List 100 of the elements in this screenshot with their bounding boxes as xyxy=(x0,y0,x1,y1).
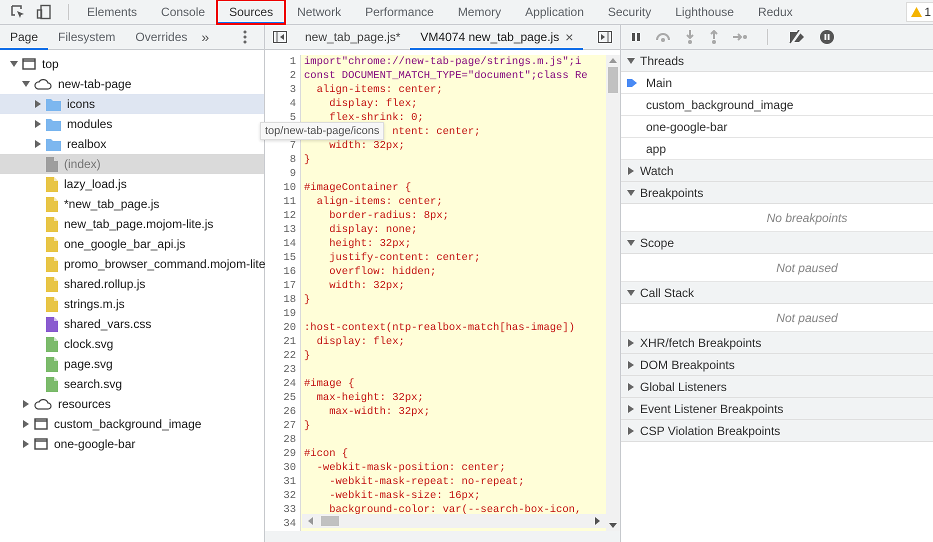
panel-tab[interactable]: Redux xyxy=(746,0,805,24)
navigator-tab[interactable]: Page xyxy=(0,24,48,50)
section-title: Breakpoints xyxy=(640,186,704,200)
pause-on-exceptions-icon[interactable] xyxy=(820,30,834,44)
expand-arrow-icon[interactable] xyxy=(22,420,30,428)
expand-arrow-icon[interactable] xyxy=(10,60,18,68)
tree-item[interactable]: resources xyxy=(0,394,264,414)
panel-tab[interactable]: Network xyxy=(285,0,354,24)
panel-tab[interactable]: Application xyxy=(513,0,596,24)
panel-tab[interactable]: Elements xyxy=(75,0,150,24)
panel-tab[interactable]: Memory xyxy=(446,0,514,24)
tree-item-label: one-google-bar xyxy=(54,437,136,451)
code-line: -webkit-mask-repeat: no-repeat; xyxy=(328,476,525,488)
expand-arrow-icon[interactable] xyxy=(22,400,30,408)
toggle-debugger-icon[interactable] xyxy=(598,31,612,43)
tree-item-label: realbox xyxy=(67,137,106,151)
section-header[interactable]: XHR/fetch Breakpoints xyxy=(621,332,933,354)
more-tabs-button[interactable]: » xyxy=(197,29,214,45)
panel-tab[interactable]: Performance xyxy=(353,0,446,24)
tree-item[interactable]: page.svg xyxy=(0,354,264,374)
vertical-scrollbar[interactable] xyxy=(606,55,620,531)
tree-item[interactable]: one_google_bar_api.js xyxy=(0,234,264,254)
code-line: display: flex; xyxy=(328,98,418,110)
thread-item[interactable]: one-google-bar xyxy=(621,116,933,138)
section-header[interactable]: Threads xyxy=(621,50,933,72)
section-header[interactable]: CSP Violation Breakpoints xyxy=(621,420,933,442)
thread-item[interactable]: custom_background_image xyxy=(621,94,933,116)
section-title: Call Stack xyxy=(640,286,694,300)
expand-arrow-icon[interactable] xyxy=(627,238,635,246)
expand-arrow-icon[interactable] xyxy=(22,440,30,448)
expand-arrow-icon[interactable] xyxy=(627,56,635,64)
expand-arrow-icon[interactable] xyxy=(627,166,635,174)
line-number: 20 xyxy=(283,322,296,334)
line-number: 29 xyxy=(283,448,296,460)
tree-item[interactable]: lazy_load.js xyxy=(0,174,264,194)
expand-arrow-icon[interactable] xyxy=(627,338,635,346)
tree-item[interactable]: new-tab-page xyxy=(0,74,264,94)
tree-item[interactable]: strings.m.js xyxy=(0,294,264,314)
scroll-right-arrow-icon[interactable] xyxy=(595,517,600,525)
pause-icon[interactable] xyxy=(631,32,641,42)
expand-arrow-icon[interactable] xyxy=(22,80,30,88)
tree-item[interactable]: top xyxy=(0,54,264,74)
panel-tab[interactable]: Security xyxy=(596,0,664,24)
expand-arrow-icon[interactable] xyxy=(627,426,635,434)
warning-badge[interactable]: 1 xyxy=(906,2,933,22)
scrollbar-thumb[interactable] xyxy=(608,67,618,93)
tree-item[interactable]: *new_tab_page.js xyxy=(0,194,264,214)
tree-item[interactable]: shared.rollup.js xyxy=(0,274,264,294)
expand-arrow-icon[interactable] xyxy=(627,188,635,196)
more-options-icon[interactable] xyxy=(243,30,248,44)
section-header[interactable]: Call Stack xyxy=(621,282,933,304)
tree-item-label: one_google_bar_api.js xyxy=(64,237,186,251)
navigator-tab[interactable]: Overrides xyxy=(125,24,198,50)
line-number: 23 xyxy=(283,364,296,376)
section-header[interactable]: Event Listener Breakpoints xyxy=(621,398,933,420)
expand-arrow-icon[interactable] xyxy=(34,120,42,128)
code-line: max-width: 32px; xyxy=(328,406,430,418)
panel-tab[interactable]: Console xyxy=(149,0,218,24)
line-number: 25 xyxy=(283,392,296,404)
file-tab[interactable]: new_tab_page.js* xyxy=(295,24,410,50)
tree-item[interactable]: promo_browser_command.mojom-lite xyxy=(0,254,264,274)
scroll-down-arrow-icon[interactable] xyxy=(609,523,617,528)
expand-arrow-icon[interactable] xyxy=(627,360,635,368)
line-number: 24 xyxy=(283,378,296,390)
tree-item[interactable]: clock.svg xyxy=(0,334,264,354)
tree-item[interactable]: icons xyxy=(0,94,264,114)
section-header[interactable]: DOM Breakpoints xyxy=(621,354,933,376)
expand-arrow-icon[interactable] xyxy=(627,288,635,296)
tree-item[interactable]: custom_background_image xyxy=(0,414,264,434)
tree-item[interactable]: search.svg xyxy=(0,374,264,394)
tree-item[interactable]: new_tab_page.mojom-lite.js xyxy=(0,214,264,234)
scrollbar-thumb[interactable] xyxy=(321,516,339,526)
code-line: display: flex; xyxy=(316,336,405,348)
close-button[interactable]: × xyxy=(565,29,574,45)
expand-arrow-icon[interactable] xyxy=(34,140,42,148)
section-header[interactable]: Watch xyxy=(621,160,933,182)
section-header[interactable]: Breakpoints xyxy=(621,182,933,204)
empty-message: No breakpoints xyxy=(766,210,848,224)
tree-item-label: promo_browser_command.mojom-lite xyxy=(64,257,266,271)
expand-arrow-icon[interactable] xyxy=(627,382,635,390)
navigator-tab[interactable]: Filesystem xyxy=(48,24,126,50)
device-toolbar-icon[interactable] xyxy=(36,4,52,20)
expand-arrow-icon[interactable] xyxy=(627,404,635,412)
toggle-navigator-icon[interactable] xyxy=(273,31,287,43)
thread-item[interactable]: Main xyxy=(621,72,933,94)
file-icon xyxy=(46,236,58,252)
inspect-icon[interactable] xyxy=(10,4,26,20)
deactivate-breakpoints-icon[interactable] xyxy=(788,30,806,44)
section-header[interactable]: Global Listeners xyxy=(621,376,933,398)
tree-item[interactable]: one-google-bar xyxy=(0,434,264,454)
panel-tab[interactable]: Sources xyxy=(217,0,286,24)
horizontal-scrollbar[interactable] xyxy=(302,514,606,528)
section-header[interactable]: Scope xyxy=(621,232,933,254)
tree-item-label: resources xyxy=(58,397,111,411)
expand-arrow-icon[interactable] xyxy=(34,100,42,108)
line-number: 12 xyxy=(283,210,296,222)
file-tab[interactable]: VM4074 new_tab_page.js × xyxy=(410,24,584,50)
panel-tab[interactable]: Lighthouse xyxy=(663,0,746,24)
line-number: 1 xyxy=(290,56,296,68)
tree-item[interactable]: shared_vars.css xyxy=(0,314,264,334)
